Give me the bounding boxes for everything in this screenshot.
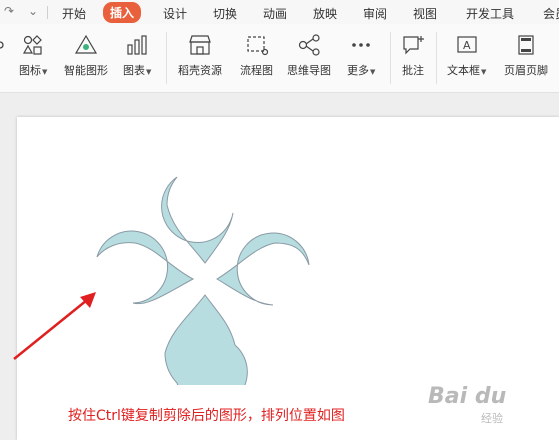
chevron-down-icon: ▼ <box>42 68 48 76</box>
textbox-icon: A <box>457 36 477 53</box>
quick-access-dropdown-icon[interactable]: ⌄ <box>28 4 38 18</box>
tool-mindmap[interactable]: 思维导图 <box>287 34 331 78</box>
tool-partial-left[interactable] <box>0 34 10 75</box>
tool-resources[interactable]: 稻壳资源 <box>178 34 222 78</box>
menu-bar: ↷ ⌄ 开始 插入 设计 切换 动画 放映 审阅 视图 开发工具 会员 <box>0 0 559 24</box>
tool-textbox[interactable]: A 文本框▼ <box>447 34 486 78</box>
smartart-icon <box>74 34 98 54</box>
menu-separator <box>47 6 48 19</box>
menu-home[interactable]: 开始 <box>62 5 86 22</box>
four-petal-shape[interactable] <box>95 175 315 385</box>
chevron-down-icon: ▼ <box>146 68 152 76</box>
mindmap-icon <box>298 34 320 56</box>
more-icon <box>352 43 370 47</box>
right-petal <box>216 232 310 306</box>
menu-animation[interactable]: 动画 <box>263 5 287 22</box>
baidu-watermark-sub: 经验 <box>481 412 503 425</box>
instruction-text: 按住Ctrl键复制剪除后的图形，排列位置如图 <box>68 408 345 424</box>
redo-icon[interactable]: ↷ <box>4 4 14 18</box>
menu-member[interactable]: 会员 <box>543 5 559 22</box>
annotation-arrow <box>13 292 96 360</box>
tool-header-footer-label: 页眉页脚 <box>504 64 548 77</box>
menu-developer[interactable]: 开发工具 <box>466 5 514 22</box>
menu-review[interactable]: 审阅 <box>363 5 387 22</box>
ribbon-toolbar: 图标▼ 智能图形 图表▼ 稻壳资源 流程图 思维导图 更多▼ 批注 A 文本框▼… <box>0 24 559 93</box>
chart-icon <box>127 35 147 55</box>
flowchart-icon <box>246 36 268 56</box>
chevron-down-icon: ▼ <box>370 68 376 76</box>
partial-icon <box>0 41 4 49</box>
tool-icons[interactable]: 图标▼ <box>19 34 47 78</box>
tool-chart[interactable]: 图表▼ <box>123 34 151 78</box>
tool-more[interactable]: 更多▼ <box>347 34 375 78</box>
tool-comment-label: 批注 <box>402 64 424 77</box>
ribbon-separator <box>166 32 167 84</box>
tool-icons-label: 图标 <box>19 64 41 77</box>
comment-icon <box>403 36 424 55</box>
tool-flowchart-label: 流程图 <box>240 64 273 77</box>
menu-slideshow[interactable]: 放映 <box>313 5 337 22</box>
header-footer-icon <box>518 35 534 55</box>
svg-text:A: A <box>463 39 471 52</box>
menu-design[interactable]: 设计 <box>163 5 187 22</box>
store-icon <box>189 35 211 55</box>
tool-more-label: 更多 <box>347 64 369 77</box>
icon-library-icon <box>23 35 43 55</box>
menu-transition[interactable]: 切换 <box>213 5 237 22</box>
tool-mindmap-label: 思维导图 <box>287 64 331 77</box>
tool-textbox-label: 文本框 <box>447 64 480 77</box>
top-petal <box>161 176 234 264</box>
tool-resources-label: 稻壳资源 <box>178 64 222 77</box>
ribbon-separator <box>436 32 437 84</box>
ribbon-separator <box>390 32 391 84</box>
baidu-watermark-logo: Bai du <box>428 384 507 409</box>
tool-comment[interactable]: 批注 <box>401 34 425 78</box>
menu-insert[interactable]: 插入 <box>103 2 142 23</box>
tool-smartart[interactable]: 智能图形 <box>64 34 108 78</box>
tool-chart-label: 图表 <box>123 64 145 77</box>
tool-flowchart[interactable]: 流程图 <box>240 34 273 78</box>
tool-header-footer[interactable]: 页眉页脚 <box>504 34 548 78</box>
left-petal <box>96 230 195 305</box>
tool-smartart-label: 智能图形 <box>64 64 108 77</box>
menu-view[interactable]: 视图 <box>413 5 437 22</box>
chevron-down-icon: ▼ <box>481 68 487 76</box>
bottom-petal <box>164 294 248 385</box>
